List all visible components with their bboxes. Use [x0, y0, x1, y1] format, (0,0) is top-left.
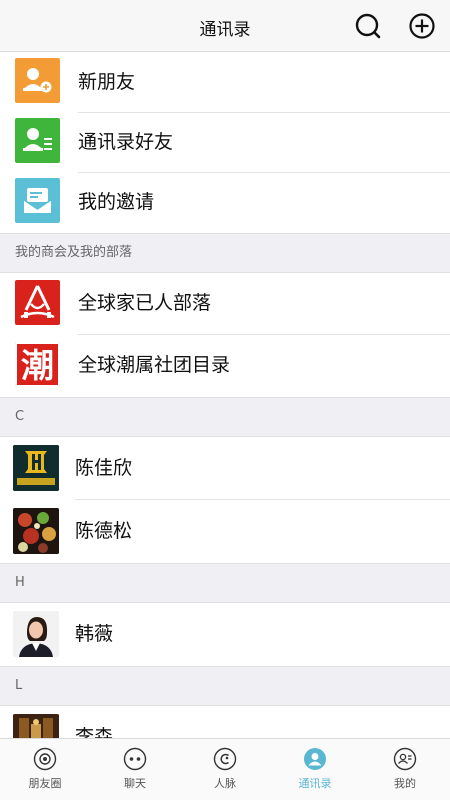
chao-logo-text: 潮 — [15, 342, 60, 387]
tab-label: 朋友圈 — [28, 777, 62, 790]
woman-portrait-avatar — [13, 611, 59, 657]
add-circle-icon[interactable] — [408, 12, 436, 40]
tab-label: 人脉 — [214, 777, 236, 790]
groups-section-header: 我的商会及我的部落 — [0, 233, 450, 273]
tab-me[interactable]: 我的 — [360, 739, 450, 800]
letter-section-header: H — [0, 563, 450, 603]
contact-item[interactable]: 陈德松 — [0, 500, 450, 563]
tab-network[interactable]: 人脉 — [180, 739, 270, 800]
camera-lens-icon — [33, 747, 57, 771]
search-icon[interactable] — [354, 12, 382, 40]
top-nav-bar: 通讯录 — [0, 0, 450, 52]
contact-item[interactable]: 韩薇 — [0, 603, 450, 666]
invitation-envelope-icon — [15, 178, 60, 223]
contact-name: 陈佳欣 — [75, 457, 133, 479]
tab-moments[interactable]: 朋友圈 — [0, 739, 90, 800]
group-item[interactable]: 潮 全球潮属社团目录 — [0, 335, 450, 397]
restaurant-photo-avatar — [13, 714, 59, 738]
profile-card-icon — [393, 747, 417, 771]
tab-chat[interactable]: 聊天 — [90, 739, 180, 800]
group-name: 全球家已人部落 — [78, 292, 212, 314]
contact-name: 陈德松 — [75, 520, 133, 542]
new-friends-label: 新朋友 — [78, 71, 136, 93]
network-icon — [213, 747, 237, 771]
tab-contacts[interactable]: 通讯录 — [270, 739, 360, 800]
tab-label: 我的 — [394, 777, 416, 790]
contact-name: 韩薇 — [75, 623, 114, 645]
chat-bubble-icon — [123, 747, 147, 771]
letter-section-header: L — [0, 666, 450, 706]
contact-name: 李森 — [75, 726, 114, 738]
my-invitations-item[interactable]: 我的邀请 — [0, 173, 450, 233]
add-person-icon — [15, 58, 60, 103]
letter-section-header: C — [0, 397, 450, 437]
food-photo-avatar — [13, 508, 59, 554]
group-item[interactable]: 全球家已人部落 — [0, 273, 450, 335]
contact-friends-item[interactable]: 通讯录好友 — [0, 113, 450, 173]
chao-logo: 潮 — [15, 342, 60, 387]
group-name: 全球潮属社团目录 — [78, 354, 231, 376]
contact-friends-label: 通讯录好友 — [78, 131, 174, 153]
page-title: 通讯录 — [199, 20, 251, 40]
brand-logo-avatar — [13, 445, 59, 491]
contacts-list[interactable]: 新朋友 通讯录好友 我的邀请 我的商会及我的部落 全球家已人部落 潮 全球潮属社… — [0, 53, 450, 738]
bottom-tab-bar: 朋友圈 聊天 人脉 通讯录 我的 — [0, 738, 450, 800]
tab-label: 通讯录 — [298, 777, 332, 790]
tribe-logo — [15, 280, 60, 325]
my-invitations-label: 我的邀请 — [78, 191, 155, 213]
contact-card-icon — [15, 118, 60, 163]
contacts-person-icon — [304, 748, 326, 770]
new-friends-item[interactable]: 新朋友 — [0, 53, 450, 113]
contact-item[interactable]: 李森 — [0, 706, 450, 738]
tab-label: 聊天 — [124, 777, 146, 790]
contact-item[interactable]: 陈佳欣 — [0, 437, 450, 500]
